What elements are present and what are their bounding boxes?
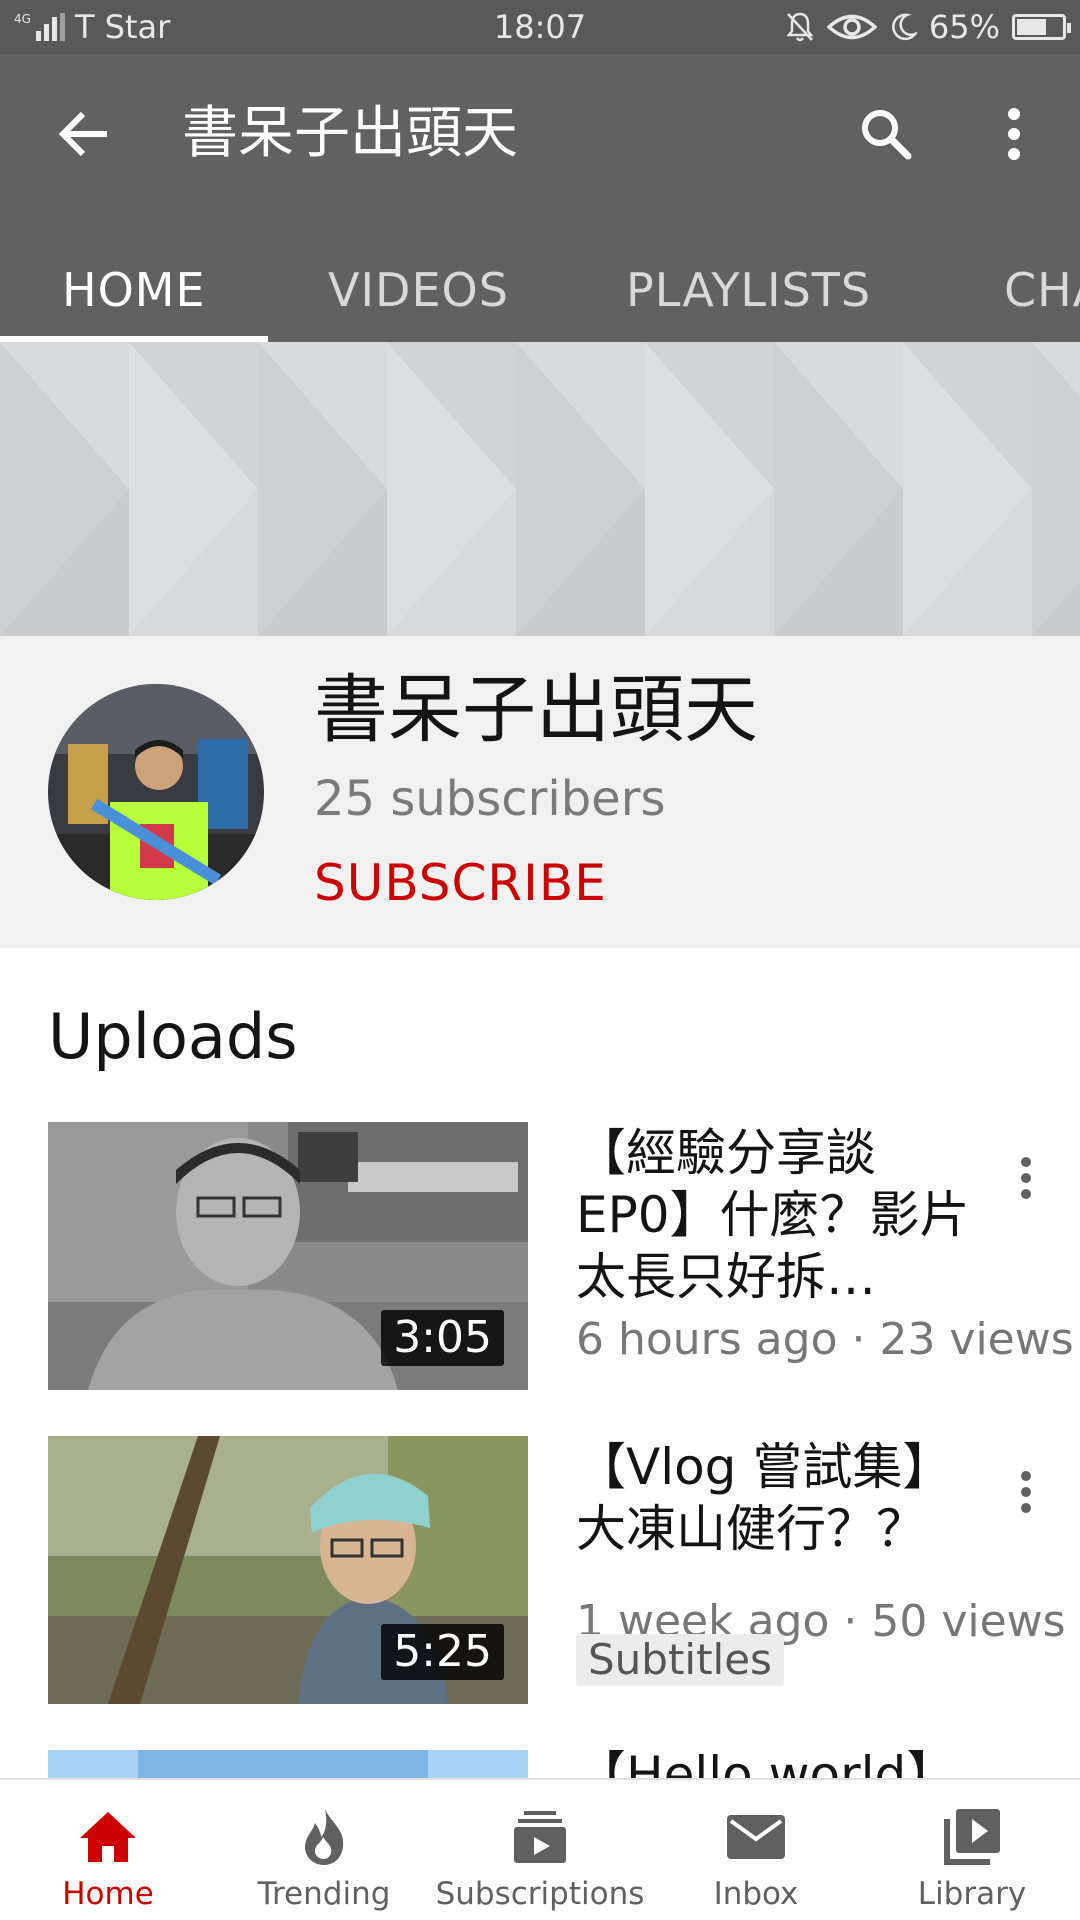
- subscriber-count: 25 subscribers: [314, 771, 666, 827]
- video-title[interactable]: 【Hello world】: [576, 1750, 976, 1778]
- status-right: 65%: [785, 8, 1071, 46]
- back-button[interactable]: [44, 94, 124, 174]
- thumbnail-image: [48, 1750, 528, 1778]
- video-title[interactable]: 【經驗分享談EP0】什麼？影片太長只好拆…: [576, 1122, 976, 1308]
- home-icon: [80, 1812, 136, 1862]
- search-button[interactable]: [846, 94, 926, 174]
- mail-icon: [727, 1815, 785, 1859]
- app-bar-title: 書呆子出頭天: [182, 101, 518, 166]
- more-options-button[interactable]: [974, 94, 1054, 174]
- subscriptions-icon: [514, 1811, 566, 1863]
- moon-icon: [891, 13, 917, 41]
- subtitles-badge: Subtitles: [576, 1634, 784, 1686]
- more-vert-icon: [1008, 108, 1020, 160]
- video-item[interactable]: 3:05 【經驗分享談EP0】什麼？影片太長只好拆… 6 hours ago ·…: [0, 1122, 1080, 1390]
- video-thumbnail[interactable]: [48, 1750, 528, 1778]
- channel-avatar[interactable]: [48, 684, 264, 900]
- tab-playlists[interactable]: PLAYLISTS: [626, 250, 871, 342]
- status-bar: 4G T Star 18:07 65%: [0, 0, 1080, 54]
- video-item[interactable]: 5:25 【Vlog 嘗試集】大凍山健行？？ 1 week ago · 50 v…: [0, 1436, 1080, 1704]
- nav-subscriptions[interactable]: Subscriptions: [432, 1780, 648, 1920]
- video-meta: 6 hours ago · 23 views: [576, 1314, 1074, 1365]
- tab-videos[interactable]: VIDEOS: [328, 250, 509, 342]
- tab-home[interactable]: HOME: [62, 250, 206, 342]
- avatar-photo: [48, 684, 264, 900]
- uploads-heading: Uploads: [48, 1000, 298, 1073]
- mute-bell-icon: [786, 12, 814, 42]
- library-icon: [944, 1809, 1000, 1865]
- video-thumbnail[interactable]: 3:05: [48, 1122, 528, 1390]
- back-arrow-icon: [58, 111, 107, 157]
- video-more-button[interactable]: [996, 1138, 1056, 1218]
- more-vert-icon: [1021, 1471, 1031, 1513]
- video-thumbnail[interactable]: 5:25: [48, 1436, 528, 1704]
- flame-icon: [305, 1809, 344, 1865]
- channel-tabs: HOME VIDEOS PLAYLISTS CHA: [0, 250, 1080, 342]
- video-duration: 5:25: [381, 1624, 504, 1680]
- nav-label: Inbox: [713, 1876, 799, 1912]
- nav-label: Library: [917, 1876, 1027, 1912]
- nav-inbox[interactable]: Inbox: [648, 1780, 864, 1920]
- nav-label: Home: [62, 1876, 154, 1912]
- nav-trending[interactable]: Trending: [216, 1780, 432, 1920]
- status-time: 18:07: [493, 8, 587, 46]
- video-title[interactable]: 【Vlog 嘗試集】大凍山健行？？: [576, 1436, 976, 1560]
- nav-label: Trending: [257, 1876, 391, 1912]
- app-bar: 書呆子出頭天 HOME VIDEOS PLAYLISTS CHA: [0, 54, 1080, 342]
- channel-banner: [0, 342, 1080, 636]
- nav-label: Subscriptions: [435, 1876, 645, 1912]
- bottom-navigation: Home Trending Subscriptions Inbox Librar…: [0, 1778, 1080, 1920]
- battery-icon: [1012, 14, 1071, 40]
- more-vert-icon: [1021, 1157, 1031, 1199]
- channel-name: 書呆子出頭天: [314, 667, 758, 753]
- channel-header: 書呆子出頭天 25 subscribers SUBSCRIBE: [0, 636, 1080, 948]
- subscribe-button[interactable]: SUBSCRIBE: [314, 848, 607, 918]
- search-icon: [862, 110, 912, 160]
- eye-icon: [826, 14, 877, 40]
- video-more-button[interactable]: [996, 1452, 1056, 1532]
- tab-channels[interactable]: CHA: [1004, 250, 1080, 342]
- banner-pattern: [0, 342, 1080, 636]
- video-item[interactable]: 【Hello world】: [0, 1750, 1080, 1778]
- video-duration: 3:05: [381, 1310, 504, 1366]
- nav-library[interactable]: Library: [864, 1780, 1080, 1920]
- nav-home[interactable]: Home: [0, 1780, 216, 1920]
- battery-percent: 65%: [928, 8, 1000, 46]
